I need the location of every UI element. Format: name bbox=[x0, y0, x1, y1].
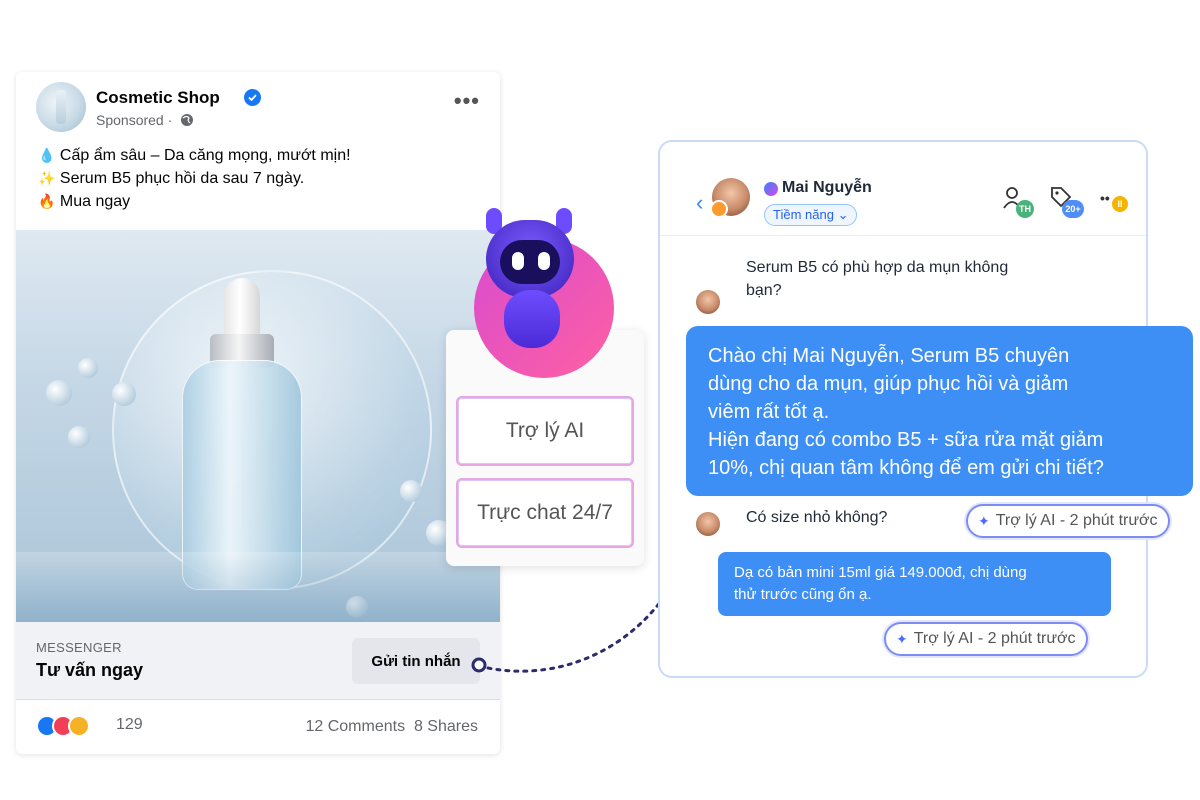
customer-message: Serum B5 có phù hợp da mụn không bạn? bbox=[746, 259, 1009, 299]
messenger-icon bbox=[764, 182, 778, 196]
robot-face bbox=[500, 240, 560, 284]
dots-icon: •• bbox=[1100, 190, 1110, 206]
reflection bbox=[16, 552, 500, 622]
ad-product-image[interactable] bbox=[16, 230, 500, 622]
molecule bbox=[400, 480, 422, 502]
pause-badge: II bbox=[1112, 196, 1128, 212]
ad-line-1: 💧 Cấp ẩm sâu – Da căng mọng, mướt mịn! bbox=[38, 147, 351, 164]
dropper-cap bbox=[224, 278, 260, 338]
more-options-icon[interactable]: ••• bbox=[454, 90, 480, 112]
customer-message-2: Có size nhỏ không? bbox=[746, 509, 888, 526]
ai-timestamp-chip: ✦ Trợ lý AI - 2 phút trước bbox=[966, 504, 1170, 538]
sparkle-icon: ✦ bbox=[896, 630, 908, 647]
live-chat-option[interactable]: Trực chat 24/7 bbox=[456, 478, 634, 548]
page-name[interactable]: Cosmetic Shop bbox=[96, 88, 220, 108]
robot-eye bbox=[512, 252, 524, 270]
water-drop-icon: 💧 bbox=[38, 147, 56, 163]
care-reaction-icon bbox=[68, 715, 90, 737]
tag-icon[interactable]: 20+ bbox=[1050, 186, 1084, 218]
send-message-button[interactable]: Gửi tin nhắn bbox=[352, 638, 480, 684]
sparkles-icon: ✨ bbox=[38, 170, 56, 186]
molecule bbox=[68, 426, 90, 448]
ad-footer: 129 12 Comments 8 Shares bbox=[36, 714, 478, 738]
assistant-badge-icon bbox=[710, 200, 728, 218]
robot-body bbox=[504, 290, 560, 348]
contact-name[interactable]: Mai Nguyễn bbox=[782, 179, 872, 197]
fire-icon: 🔥 bbox=[38, 193, 56, 209]
back-arrow-icon[interactable]: ‹ bbox=[696, 190, 703, 216]
assignee-badge: TH bbox=[1016, 200, 1034, 218]
ai-reply-bubble: Chào chị Mai Nguyễn, Serum B5 chuyên dùn… bbox=[686, 326, 1193, 496]
cta-label: MESSENGER bbox=[36, 640, 122, 655]
ad-line-3: 🔥 Mua ngay bbox=[38, 193, 131, 210]
globe-icon bbox=[180, 113, 194, 130]
reaction-count: 129 bbox=[116, 716, 143, 733]
molecule bbox=[46, 380, 72, 406]
molecule bbox=[78, 358, 98, 378]
chat-header: ‹ Mai Nguyễn Tiềm năng ⌄ TH 20+ •• II bbox=[660, 142, 1146, 236]
ad-text: 💧 Cấp ẩm sâu – Da căng mọng, mướt mịn! ✨… bbox=[38, 144, 351, 213]
customer-avatar bbox=[696, 512, 720, 536]
cta-bar: MESSENGER Tư vấn ngay Gửi tin nhắn bbox=[16, 622, 500, 700]
facebook-ad-card: Cosmetic Shop Sponsored · ••• 💧 Cấp ẩm s… bbox=[16, 72, 500, 754]
sparkle-icon: ✦ bbox=[978, 512, 990, 529]
tag-count-badge: 20+ bbox=[1062, 200, 1084, 218]
cta-title: Tư vấn ngay bbox=[36, 660, 144, 680]
assign-user-icon[interactable]: TH bbox=[1002, 186, 1034, 218]
comments-shares[interactable]: 12 Comments 8 Shares bbox=[305, 718, 478, 736]
ai-assistant-option[interactable]: Trợ lý AI bbox=[456, 396, 634, 466]
ad-line-2: ✨ Serum B5 phục hồi da sau 7 ngày. bbox=[38, 170, 305, 187]
ai-timestamp-chip-2: ✦ Trợ lý AI - 2 phút trước bbox=[884, 622, 1088, 656]
page-avatar[interactable] bbox=[36, 82, 86, 132]
verified-badge-icon bbox=[244, 89, 261, 106]
molecule bbox=[112, 382, 136, 406]
ad-header: Cosmetic Shop Sponsored · ••• bbox=[36, 82, 480, 134]
robot-eye bbox=[538, 252, 550, 270]
customer-avatar bbox=[696, 290, 720, 314]
status-menu-icon[interactable]: •• II bbox=[1100, 186, 1128, 214]
lead-status-dropdown[interactable]: Tiềm năng ⌄ bbox=[764, 204, 858, 226]
chevron-down-icon: ⌄ bbox=[837, 207, 849, 222]
ai-reply-bubble-2: Dạ có bản mini 15ml giá 149.000đ, chị dù… bbox=[718, 552, 1111, 616]
sponsored-label: Sponsored · bbox=[96, 112, 194, 130]
